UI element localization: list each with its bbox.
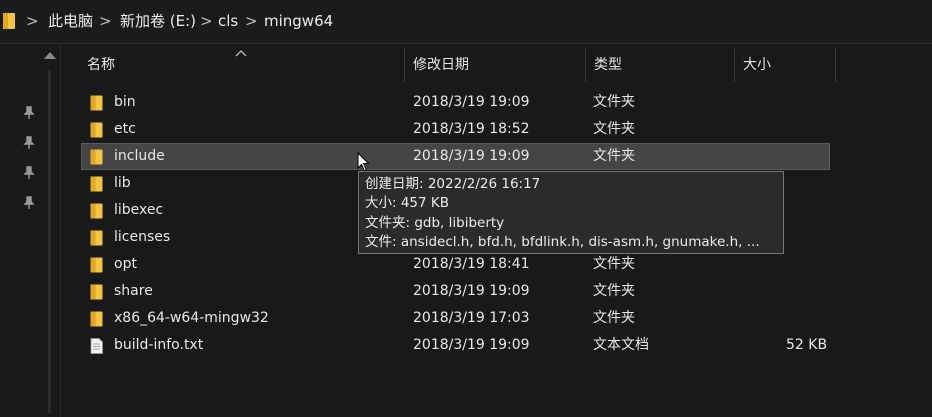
file-type: 文件夹 — [593, 310, 635, 326]
tooltip-folders: 文件夹: gdb, libiberty — [365, 214, 505, 231]
file-row[interactable]: etc 2018/3/19 18:52 文件夹 — [81, 116, 830, 143]
column-divider[interactable] — [835, 48, 836, 82]
breadcrumb-item-mingw64[interactable]: mingw64 — [264, 11, 333, 31]
folder-icon — [90, 149, 103, 165]
folder-icon — [90, 257, 103, 273]
breadcrumb-item-this-pc[interactable]: 此电脑 — [48, 11, 93, 31]
file-date: 2018/3/19 18:52 — [413, 121, 530, 137]
pin-icon[interactable] — [21, 136, 37, 152]
column-header-name[interactable]: 名称 — [79, 44, 404, 86]
folder-icon — [90, 203, 103, 219]
file-row[interactable]: bin 2018/3/19 19:09 文件夹 — [81, 89, 830, 116]
file-name: libexec — [114, 202, 164, 218]
column-header-date[interactable]: 修改日期 — [405, 44, 585, 86]
file-type: 文件夹 — [593, 94, 635, 110]
folder-icon — [90, 311, 103, 327]
breadcrumb-separator: > — [200, 12, 213, 30]
pin-icon[interactable] — [21, 196, 37, 212]
pin-icon-shape — [23, 136, 35, 149]
file-explorer-window: > 此电脑 > 新加卷 (E:) > cls > mingw64 名称 修改日期… — [0, 0, 932, 417]
folder-icon — [90, 284, 103, 300]
file-type: 文本文档 — [593, 337, 649, 353]
file-date: 2018/3/19 17:03 — [413, 310, 530, 326]
folder-icon — [90, 122, 103, 138]
address-bar[interactable]: > 此电脑 > 新加卷 (E:) > cls > mingw64 — [0, 0, 932, 44]
folder-icon — [3, 13, 15, 29]
file-type: 文件夹 — [593, 148, 635, 164]
file-type: 文件夹 — [593, 283, 635, 299]
file-name: include — [114, 148, 165, 164]
breadcrumb-separator: > — [245, 12, 258, 30]
file-type: 文件夹 — [593, 121, 635, 137]
file-date: 2018/3/19 19:09 — [413, 283, 530, 299]
file-row[interactable]: share 2018/3/19 19:09 文件夹 — [81, 278, 830, 305]
pin-icon[interactable] — [21, 106, 37, 122]
pin-icon-shape — [23, 196, 35, 209]
breadcrumb-separator: > — [26, 12, 39, 30]
tooltip-size: 大小: 457 KB — [365, 195, 450, 212]
column-header-row: 名称 修改日期 类型 大小 — [61, 44, 932, 86]
column-header-size[interactable]: 大小 — [735, 44, 835, 86]
pin-icon[interactable] — [21, 166, 37, 182]
tooltip-files: 文件: ansidecl.h, bfd.h, bfdlink.h, dis-as… — [365, 233, 760, 250]
nav-scrollbar[interactable] — [40, 44, 60, 417]
file-name: licenses — [114, 229, 171, 245]
mouse-cursor-icon — [357, 152, 370, 172]
breadcrumb-item-drive-e[interactable]: 新加卷 (E:) — [120, 11, 196, 31]
file-name: lib — [114, 175, 131, 191]
file-row[interactable]: opt 2018/3/19 18:41 文件夹 — [81, 251, 830, 278]
file-name: bin — [114, 94, 136, 110]
pin-icon-shape — [23, 166, 35, 179]
file-date: 2018/3/19 19:09 — [413, 94, 530, 110]
breadcrumb-separator: > — [99, 12, 112, 30]
file-date: 2018/3/19 18:41 — [413, 256, 530, 272]
tooltip-created-date: 创建日期: 2022/2/26 16:17 — [365, 176, 541, 192]
file-date: 2018/3/19 19:09 — [413, 337, 530, 353]
file-row-hovered[interactable]: include 2018/3/19 19:09 文件夹 — [81, 143, 830, 170]
file-name: x86_64-w64-mingw32 — [114, 310, 269, 326]
breadcrumb-item-cls[interactable]: cls — [218, 11, 238, 31]
file-type: 文件夹 — [593, 256, 635, 272]
folder-info-tooltip: 创建日期: 2022/2/26 16:17 大小: 457 KB 文件夹: gd… — [358, 171, 784, 254]
file-row[interactable]: x86_64-w64-mingw32 2018/3/19 17:03 文件夹 — [81, 305, 830, 332]
file-name: opt — [114, 256, 137, 272]
text-file-icon — [90, 338, 103, 354]
column-header-type[interactable]: 类型 — [586, 44, 734, 86]
file-date: 2018/3/19 19:09 — [413, 148, 530, 164]
folder-icon — [90, 176, 103, 192]
file-name: build-info.txt — [114, 337, 204, 353]
scrollbar-track[interactable] — [48, 70, 51, 413]
pin-icon-shape — [23, 106, 35, 119]
file-size: 52 KB — [786, 337, 828, 353]
folder-icon — [90, 230, 103, 246]
file-row[interactable]: build-info.txt 2018/3/19 19:09 文本文档 52 K… — [81, 332, 830, 359]
file-name: etc — [114, 121, 136, 137]
file-name: share — [114, 283, 153, 299]
scroll-up-icon[interactable] — [44, 52, 56, 59]
folder-icon — [90, 95, 103, 111]
